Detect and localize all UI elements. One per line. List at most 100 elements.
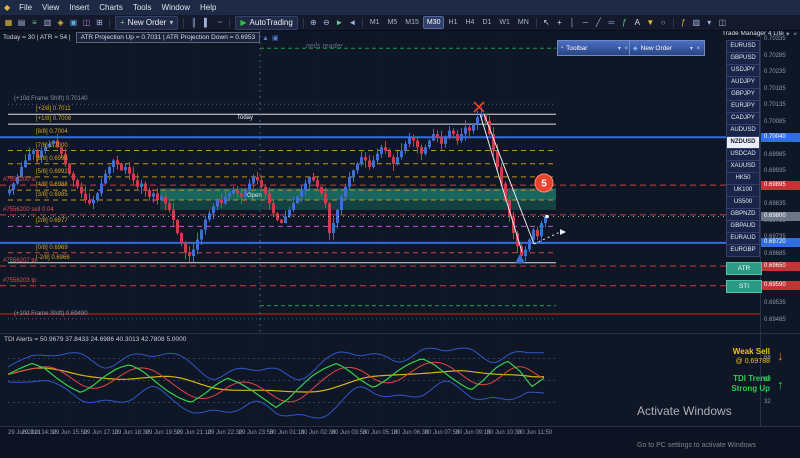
menu-help[interactable]: Help bbox=[195, 0, 221, 15]
time-axis-label: 30 Jun 03:50 bbox=[332, 430, 367, 436]
tdi-header: TDI Alerts = 50.9679 37.8433 24.6986 40.… bbox=[4, 336, 186, 343]
floating-toolbar-close-icon[interactable]: ▾ × bbox=[618, 45, 629, 52]
chart-area[interactable]: 5 Today = 30 | ATR = 54 | ATR Projection… bbox=[0, 30, 760, 333]
timeframe-m5[interactable]: M5 bbox=[384, 16, 401, 29]
floating-new-order-title: New Order bbox=[641, 45, 672, 52]
market-watch-icon[interactable]: ≡ bbox=[29, 17, 41, 29]
price-level-label: [+1/8] 0.7008 bbox=[36, 116, 71, 123]
trendline-right[interactable] bbox=[484, 114, 534, 244]
tdi-trend-label: TDI Trend bbox=[706, 374, 770, 384]
terminal-icon[interactable]: ▣ bbox=[68, 17, 80, 29]
floating-toolbar-window[interactable]: ▪ Toolbar ▾ × bbox=[557, 40, 633, 56]
trade-label: #7556200 sell 0.04 bbox=[3, 207, 54, 214]
symbol-button-xauusd[interactable]: XAUUSD bbox=[726, 160, 760, 173]
arrow-tool-icon[interactable]: ▼ bbox=[644, 17, 656, 29]
menu-bar: ◆ FileViewInsertChartsToolsWindowHelp bbox=[0, 0, 800, 16]
trendline-icon[interactable]: ╱ bbox=[592, 17, 604, 29]
candlestick-icon[interactable]: ▌ bbox=[201, 17, 213, 29]
fibonacci-icon[interactable]: ƒ bbox=[618, 17, 630, 29]
symbol-button-eurgbp[interactable]: EURGBP bbox=[726, 244, 760, 257]
trade-manager-panel: Trade Manager 4 Lite ▾ × EURUSDGBPUSDUSD… bbox=[722, 30, 800, 293]
timeframe-h1[interactable]: H1 bbox=[445, 16, 461, 29]
symbol-button-euraud[interactable]: EURAUD bbox=[726, 232, 760, 245]
trendline-left[interactable] bbox=[480, 114, 522, 252]
timeframe-m1[interactable]: M1 bbox=[366, 16, 383, 29]
trade-label: #7556200 sl bbox=[3, 177, 36, 184]
symbol-button-gbpaud[interactable]: GBPAUD bbox=[726, 220, 760, 233]
timeframe-d1[interactable]: D1 bbox=[479, 16, 495, 29]
text-icon[interactable]: A bbox=[631, 17, 643, 29]
menu-tools[interactable]: Tools bbox=[128, 0, 157, 15]
new-order-button[interactable]: +New Order▾ bbox=[115, 16, 178, 30]
trade-manager-close-icon[interactable]: ▾ × bbox=[786, 30, 798, 38]
sell-signal-icon bbox=[474, 102, 484, 112]
tdi-rsi-line bbox=[8, 359, 544, 407]
price-chart: 5 bbox=[0, 30, 760, 333]
time-axis-label: 30 Jun 01:10 bbox=[270, 430, 305, 436]
demand-zone-lower[interactable] bbox=[160, 200, 556, 210]
vertical-line-icon[interactable]: │ bbox=[566, 17, 578, 29]
chart-watermark: neils reader bbox=[306, 43, 343, 50]
timeframe-mn[interactable]: MN bbox=[514, 16, 532, 29]
menu-charts[interactable]: Charts bbox=[94, 0, 128, 15]
bar-chart-icon[interactable]: ║ bbox=[188, 17, 200, 29]
shapes-icon[interactable]: ○ bbox=[657, 17, 669, 29]
atr-button[interactable]: ATR bbox=[726, 262, 762, 275]
symbol-button-audusd[interactable]: AUDUSD bbox=[726, 124, 760, 137]
symbol-button-usdcad[interactable]: USDCAD bbox=[726, 148, 760, 161]
zoom-out-icon[interactable]: ⊖ bbox=[320, 17, 332, 29]
new-chart-icon[interactable]: ▦ bbox=[3, 17, 15, 29]
autotrading-button[interactable]: ▶AutoTrading bbox=[235, 16, 297, 30]
time-axis-label: 29 Jun 18:30 bbox=[115, 430, 150, 436]
cursor-icon[interactable]: ↖ bbox=[540, 17, 552, 29]
symbol-button-gbpnzd[interactable]: GBPNZD bbox=[726, 208, 760, 221]
metaeditor-icon[interactable]: ⊞ bbox=[94, 17, 106, 29]
timeframe-list-icon[interactable]: ▾ bbox=[703, 17, 715, 29]
time-axis-label: 30 Jun 09:10 bbox=[456, 430, 491, 436]
data-window-icon[interactable]: ▥ bbox=[42, 17, 54, 29]
time-axis-label: 30 Jun 05:10 bbox=[363, 430, 398, 436]
app-icon: ◆ bbox=[4, 3, 10, 12]
symbol-list: EURUSDGBPUSDUSDJPYAUDJPYGBPJPYEURJPYCADJ… bbox=[726, 40, 760, 257]
horizontal-line-icon[interactable]: ─ bbox=[579, 17, 591, 29]
trade-label: #7556207 tp bbox=[3, 258, 36, 265]
floating-new-order-window[interactable]: ◆ New Order ▾ × bbox=[629, 40, 705, 56]
activate-windows-subtext: Go to PC settings to activate Windows bbox=[637, 442, 756, 449]
menu-insert[interactable]: Insert bbox=[64, 0, 94, 15]
toolbar-separator bbox=[303, 18, 304, 28]
symbol-button-nzdusd[interactable]: NZDUSD bbox=[726, 136, 760, 149]
chart-shift-icon[interactable]: ◄ bbox=[346, 17, 358, 29]
symbol-button-eurusd[interactable]: EURUSD bbox=[726, 40, 760, 53]
channel-icon[interactable]: ═ bbox=[605, 17, 617, 29]
chart-window-controls[interactable]: ▲▣ bbox=[262, 34, 282, 42]
indicators-icon[interactable]: ƒ bbox=[677, 17, 689, 29]
candles bbox=[8, 107, 547, 262]
price-level-label: [6/8] 0.6996 bbox=[36, 156, 68, 163]
dock-icon[interactable]: ▣ bbox=[272, 35, 282, 42]
floating-new-order-close-icon[interactable]: ▾ × bbox=[690, 45, 701, 52]
zoom-in-icon[interactable]: ⊕ bbox=[307, 17, 319, 29]
today-label: Today bbox=[237, 115, 253, 121]
symbol-button-gbpusd[interactable]: GBPUSD bbox=[726, 52, 760, 65]
profiles-icon[interactable]: ▤ bbox=[16, 17, 28, 29]
line-chart-icon[interactable]: ~ bbox=[214, 17, 226, 29]
auto-scroll-icon[interactable]: ► bbox=[333, 17, 345, 29]
signal-block: Weak Sell @ 0.69788 TDI Trend Strong Up bbox=[706, 347, 770, 394]
price-level-label: [+2/8] 0.7011 bbox=[36, 106, 71, 113]
sti-button[interactable]: STI bbox=[726, 280, 762, 293]
navigator-icon[interactable]: ◈ bbox=[55, 17, 67, 29]
scroll-up-icon[interactable]: ▲ bbox=[262, 35, 272, 42]
timeframe-w1[interactable]: W1 bbox=[496, 16, 514, 29]
menu-view[interactable]: View bbox=[37, 0, 64, 15]
templates-icon[interactable]: ▧ bbox=[690, 17, 702, 29]
window-tile-icon[interactable]: ◫ bbox=[716, 17, 728, 29]
price-level-label: [5/8] 0.6992 bbox=[36, 169, 68, 176]
crosshair-icon[interactable]: + bbox=[553, 17, 565, 29]
menu-window[interactable]: Window bbox=[157, 0, 195, 15]
strategy-tester-icon[interactable]: ◫ bbox=[81, 17, 93, 29]
timeframe-m30[interactable]: M30 bbox=[423, 16, 444, 29]
time-axis[interactable]: 29 Jun 202129 Jun 14:3029 Jun 15:5029 Ju… bbox=[0, 426, 800, 441]
menu-file[interactable]: File bbox=[14, 0, 37, 15]
timeframe-m15[interactable]: M15 bbox=[402, 16, 423, 29]
timeframe-h4[interactable]: H4 bbox=[462, 16, 478, 29]
